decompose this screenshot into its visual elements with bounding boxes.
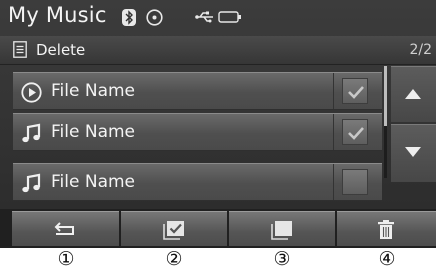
- list-item[interactable]: File Name: [13, 113, 382, 151]
- callout-4: ④: [378, 248, 396, 270]
- page-title: My Music: [8, 3, 107, 27]
- file-name: File Name: [51, 172, 136, 192]
- list-menu-icon: [13, 41, 27, 58]
- page-indicator: 2/2: [409, 42, 432, 58]
- scroll-thumb[interactable]: [384, 66, 387, 126]
- row-checkbox[interactable]: [342, 169, 368, 195]
- bluetooth-icon: [122, 9, 136, 26]
- file-name: File Name: [51, 122, 136, 142]
- trash-icon: [378, 220, 394, 239]
- check-icon: [348, 86, 364, 99]
- row-divider: [333, 73, 334, 109]
- music-note-icon: [22, 173, 41, 193]
- triangle-down-icon: [405, 147, 421, 157]
- callout-3: ③: [273, 248, 291, 270]
- row-divider: [333, 164, 334, 200]
- subheader: Delete 2/2: [0, 36, 436, 65]
- delete-button[interactable]: [337, 211, 436, 246]
- usb-icon: [195, 11, 213, 23]
- callout-2: ②: [165, 248, 183, 270]
- deselect-all-button[interactable]: [229, 211, 335, 246]
- row-divider: [333, 114, 334, 150]
- screen: My Music Delete 2/2 File Name File Name …: [0, 0, 436, 248]
- mode-label: Delete: [36, 41, 86, 59]
- bottom-button-bar: [0, 209, 436, 248]
- row-checkbox[interactable]: [342, 78, 368, 104]
- play-circle-icon: [21, 82, 42, 103]
- select-all-button[interactable]: [121, 211, 227, 246]
- back-button[interactable]: [12, 211, 119, 246]
- scroll-up-button[interactable]: [391, 66, 436, 122]
- ipod-icon: [218, 11, 241, 23]
- select-all-icon: [163, 221, 184, 240]
- disc-icon: [146, 9, 163, 26]
- list-item[interactable]: File Name: [13, 163, 382, 201]
- triangle-up-icon: [405, 89, 421, 99]
- list-item[interactable]: File Name: [13, 72, 382, 110]
- callout-1: ①: [57, 248, 75, 270]
- file-name: File Name: [51, 81, 136, 101]
- title-bar: My Music: [0, 0, 436, 36]
- scroll-down-button[interactable]: [391, 124, 436, 182]
- scrollbar[interactable]: [384, 66, 387, 178]
- row-checkbox[interactable]: [342, 119, 368, 145]
- deselect-all-icon: [271, 221, 292, 240]
- music-note-icon: [22, 123, 41, 143]
- back-arrow-icon: [54, 222, 74, 235]
- check-icon: [348, 127, 364, 140]
